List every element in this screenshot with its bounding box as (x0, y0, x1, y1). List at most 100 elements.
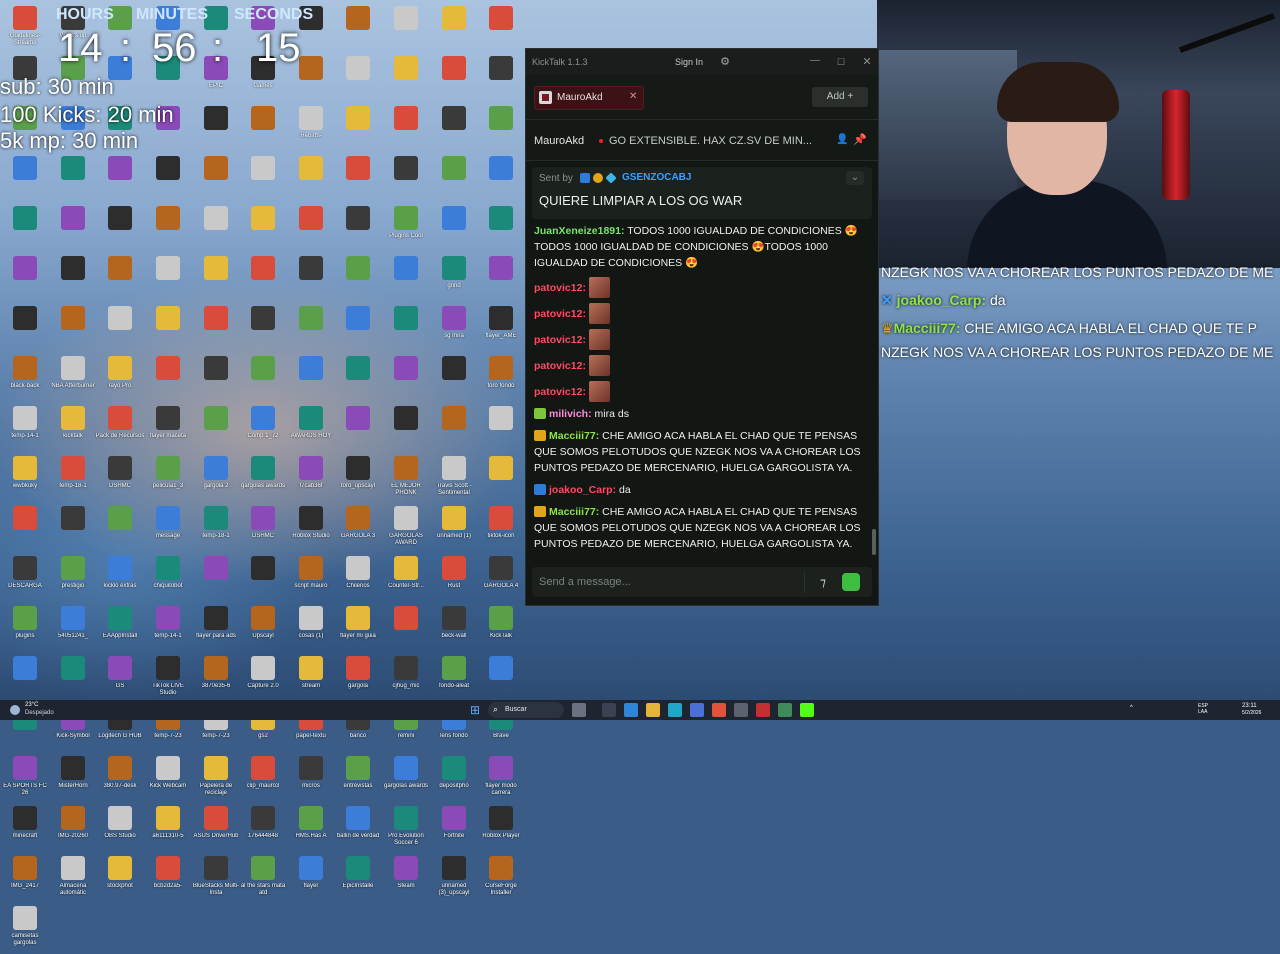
desktop-icon[interactable]: kicklo extras (95, 554, 145, 604)
desktop-icon[interactable] (191, 554, 241, 604)
chat-scrollbar[interactable] (872, 529, 876, 555)
task-view-icon[interactable] (602, 703, 616, 717)
desktop-icon[interactable]: toro fondo (476, 354, 526, 404)
desktop-icon[interactable] (191, 354, 241, 404)
desktop-icon[interactable]: DSHMC (95, 454, 145, 504)
calculator-icon[interactable] (690, 703, 704, 717)
desktop-icon[interactable]: temp-14-1 (0, 404, 50, 454)
desktop-icon[interactable]: fondo-aleat (429, 654, 479, 704)
desktop-icon[interactable] (191, 304, 241, 354)
desktop-icon[interactable] (48, 654, 98, 704)
desktop-icon[interactable]: flayer modo carrera (476, 754, 526, 804)
desktop-icon[interactable] (476, 4, 526, 54)
desktop-icon[interactable] (143, 204, 193, 254)
desktop-icon[interactable] (191, 404, 241, 454)
desktop-icon[interactable] (429, 404, 479, 454)
desktop-icon[interactable]: 3870e35-6 (191, 654, 241, 704)
desktop-icon[interactable] (333, 354, 383, 404)
desktop-icon[interactable]: prestigio (48, 554, 98, 604)
desktop-icon[interactable]: flayer_AME (476, 304, 526, 354)
store-icon[interactable] (624, 703, 638, 717)
taskbar-search[interactable]: ⌕ Buscar (488, 702, 564, 718)
desktop-icon[interactable] (0, 504, 50, 554)
desktop-icon[interactable] (333, 54, 383, 104)
desktop-icon[interactable]: GARGOLA 3 (333, 504, 383, 554)
desktop-icon[interactable] (191, 254, 241, 304)
desktop-icon[interactable]: gargolas awards (381, 754, 431, 804)
desktop-icon[interactable]: unnamed (1) (429, 504, 479, 554)
desktop-icon[interactable]: OBS Studio (95, 804, 145, 854)
desktop-icon[interactable]: clip_mauro3 (238, 754, 288, 804)
desktop-icon[interactable]: plugins (0, 604, 50, 654)
desktop-icon[interactable] (381, 4, 431, 54)
desktop-icon[interactable] (476, 104, 526, 154)
desktop-icon[interactable] (0, 154, 50, 204)
desktop-icon[interactable]: black-back (0, 354, 50, 404)
desktop-icon[interactable] (476, 54, 526, 104)
chevron-down-icon[interactable]: ⌄ (846, 171, 864, 185)
desktop-icon[interactable] (429, 54, 479, 104)
desktop-icon[interactable] (381, 104, 431, 154)
desktop-icon[interactable]: Capture 2.0 (238, 654, 288, 704)
desktop-icon[interactable]: HMS.Has A (286, 804, 336, 854)
desktop-icon[interactable]: Counter-Str... (381, 554, 431, 604)
desktop-icon[interactable]: al the stars mata atd (238, 854, 288, 904)
kick-icon[interactable] (800, 703, 814, 717)
desktop-icon[interactable]: temp-18-1 (48, 454, 98, 504)
desktop-icon[interactable]: Roblox Player (476, 804, 526, 854)
desktop-icon[interactable] (238, 154, 288, 204)
windows-start-icon[interactable]: ⊞ (468, 703, 482, 717)
file-explorer-icon[interactable] (646, 703, 660, 717)
desktop-icon[interactable]: camisetas gargolas (0, 904, 50, 954)
character-app-icon[interactable] (572, 703, 586, 717)
desktop-icon[interactable] (48, 504, 98, 554)
window-titlebar[interactable]: KickTalk 1.1.3 Sign In ⚙ — ☐ ✕ (526, 49, 878, 75)
desktop-icon[interactable]: toro_upscayl (333, 454, 383, 504)
desktop-icon[interactable]: 54051241_ (48, 604, 98, 654)
desktop-icon[interactable]: pelicula1_3 (143, 454, 193, 504)
clock-time[interactable]: 23:11 (1242, 703, 1257, 709)
desktop-icon[interactable] (191, 204, 241, 254)
desktop-icon[interactable] (333, 104, 383, 154)
desktop-icon[interactable] (95, 504, 145, 554)
desktop-icon[interactable] (48, 204, 98, 254)
desktop-icon[interactable]: EL MEJOR PHONK (381, 454, 431, 504)
desktop-icon[interactable]: Travis Scott - Sentimental (429, 454, 479, 504)
desktop-icon[interactable]: minecraft (0, 804, 50, 854)
settings-gear-icon[interactable]: ⚙ (718, 55, 732, 69)
desktop-icon[interactable]: rayo Pro (95, 354, 145, 404)
desktop-icon[interactable]: flayer maceta (143, 404, 193, 454)
desktop-icon[interactable]: EA SPORTS FC 26 (0, 754, 50, 804)
desktop-icon[interactable]: tiktok-icon (476, 504, 526, 554)
desktop-icon[interactable]: 176444848 (238, 804, 288, 854)
desktop-icon[interactable]: chiquitobot (143, 554, 193, 604)
desktop-icon[interactable] (381, 254, 431, 304)
desktop-icon[interactable]: Comp 1_72 (238, 404, 288, 454)
desktop-icon[interactable]: bcb2d2a5- (143, 854, 193, 904)
desktop-icon[interactable] (381, 54, 431, 104)
desktop-icon[interactable]: grind (429, 254, 479, 304)
desktop-icon[interactable]: ballin de verdad (333, 804, 383, 854)
desktop-icon[interactable] (95, 204, 145, 254)
desktop-icon[interactable] (429, 4, 479, 54)
desktop-icon[interactable] (0, 304, 50, 354)
desktop-icon[interactable]: MisterHorn (48, 754, 98, 804)
desktop-icon[interactable] (238, 254, 288, 304)
desktop-icon[interactable] (333, 4, 383, 54)
recorder-icon[interactable] (756, 703, 770, 717)
emote-picker-icon[interactable] (842, 573, 860, 591)
desktop-icon[interactable]: flayer (286, 854, 336, 904)
desktop-icon[interactable] (476, 204, 526, 254)
desktop-icon[interactable]: message (143, 504, 193, 554)
desktop-icon[interactable] (381, 404, 431, 454)
desktop-icon[interactable]: Roblox Studio (286, 504, 336, 554)
add-channel-button[interactable]: Add + (812, 87, 868, 107)
desktop-icon[interactable]: flayer mi guia (333, 604, 383, 654)
close-tab-icon[interactable]: ✕ (629, 91, 637, 102)
desktop-icon[interactable]: script mauro (286, 554, 336, 604)
pinned-username[interactable]: GSENZOCABJ (622, 172, 691, 183)
desktop-icon[interactable]: Upscayl (238, 604, 288, 654)
channel-name[interactable]: MauroAkd (534, 135, 584, 147)
weather-widget[interactable]: 23°C Despejado (8, 702, 68, 718)
desktop-icon[interactable]: AWARDS HOY (286, 404, 336, 454)
